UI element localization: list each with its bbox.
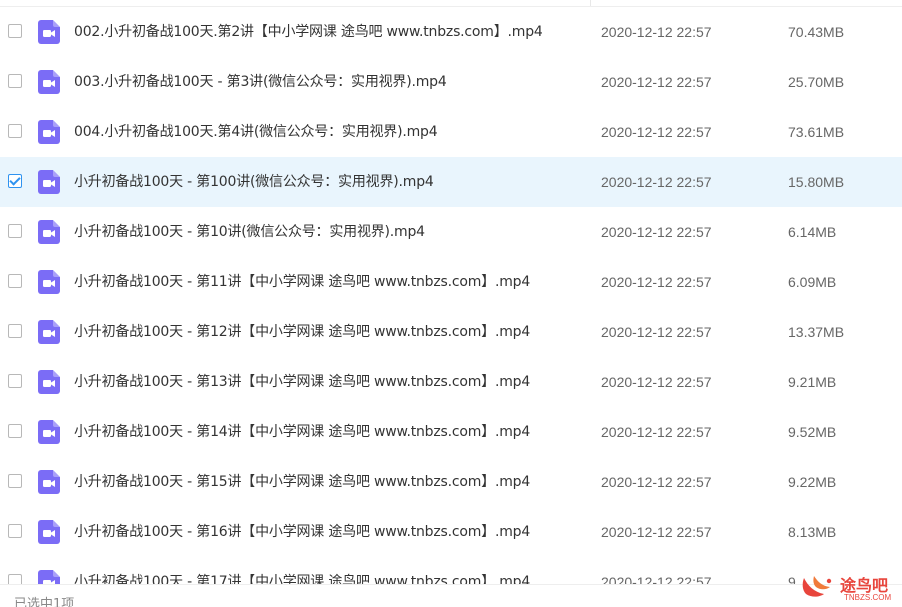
bird-logo-icon <box>802 576 832 597</box>
file-size: 73.61MB <box>788 124 845 140</box>
file-size: 9.52MB <box>788 424 837 440</box>
video-file-icon <box>38 70 60 94</box>
previous-row-edge <box>0 0 902 7</box>
file-row-6[interactable]: 小升初备战100天 - 第11讲【中小学网课 途鸟吧 www.tnbzs.com… <box>0 257 902 307</box>
file-row-9[interactable]: 小升初备战100天 - 第14讲【中小学网课 途鸟吧 www.tnbzs.com… <box>0 407 902 457</box>
file-size: 9.21MB <box>788 374 837 390</box>
file-name[interactable]: 003.小升初备战100天 - 第3讲(微信公众号：实用视界).mp4 <box>74 57 447 107</box>
row-checkbox[interactable] <box>8 474 22 488</box>
row-checkbox[interactable] <box>8 424 22 438</box>
file-modified-date: 2020-12-12 22:57 <box>601 124 712 140</box>
video-file-icon <box>38 470 60 494</box>
file-size: 70.43MB <box>788 24 845 40</box>
file-modified-date: 2020-12-12 22:57 <box>601 74 712 90</box>
file-modified-date: 2020-12-12 22:57 <box>601 24 712 40</box>
file-size: 8.13MB <box>788 524 837 540</box>
row-checkbox[interactable] <box>8 374 22 388</box>
file-modified-date: 2020-12-12 22:57 <box>601 224 712 240</box>
file-modified-date: 2020-12-12 22:57 <box>601 324 712 340</box>
video-file-icon <box>38 220 60 244</box>
video-file-icon <box>38 170 60 194</box>
file-modified-date: 2020-12-12 22:57 <box>601 374 712 390</box>
file-row-8[interactable]: 小升初备战100天 - 第13讲【中小学网课 途鸟吧 www.tnbzs.com… <box>0 357 902 407</box>
file-manager: 002.小升初备战100天.第2讲【中小学网课 途鸟吧 www.tnbzs.co… <box>0 0 902 607</box>
video-file-icon <box>38 270 60 294</box>
file-modified-date: 2020-12-12 22:57 <box>601 424 712 440</box>
file-name[interactable]: 小升初备战100天 - 第13讲【中小学网课 途鸟吧 www.tnbzs.com… <box>74 357 530 407</box>
video-file-icon <box>38 320 60 344</box>
file-name[interactable]: 小升初备战100天 - 第16讲【中小学网课 途鸟吧 www.tnbzs.com… <box>74 507 530 557</box>
status-bar: 已选中1项 <box>0 584 902 607</box>
file-row-3[interactable]: 004.小升初备战100天.第4讲(微信公众号：实用视界).mp4 2020-1… <box>0 107 902 157</box>
file-name[interactable]: 小升初备战100天 - 第100讲(微信公众号：实用视界).mp4 <box>74 157 434 207</box>
file-name[interactable]: 004.小升初备战100天.第4讲(微信公众号：实用视界).mp4 <box>74 107 438 157</box>
row-checkbox[interactable] <box>8 124 22 138</box>
row-checkbox[interactable] <box>8 24 22 38</box>
watermark-url: TNBZS.COM <box>844 593 892 602</box>
file-size: 6.14MB <box>788 224 837 240</box>
file-row-5[interactable]: 小升初备战100天 - 第10讲(微信公众号：实用视界).mp4 2020-12… <box>0 207 902 257</box>
file-modified-date: 2020-12-12 22:57 <box>601 274 712 290</box>
file-row-4[interactable]: 小升初备战100天 - 第100讲(微信公众号：实用视界).mp4 2020-1… <box>0 157 902 207</box>
file-modified-date: 2020-12-12 22:57 <box>601 174 712 190</box>
video-file-icon <box>38 420 60 444</box>
file-name[interactable]: 小升初备战100天 - 第14讲【中小学网课 途鸟吧 www.tnbzs.com… <box>74 407 530 457</box>
video-file-icon <box>38 20 60 44</box>
file-list: 002.小升初备战100天.第2讲【中小学网课 途鸟吧 www.tnbzs.co… <box>0 7 902 607</box>
selection-count: 已选中1项 <box>14 597 75 607</box>
row-checkbox[interactable] <box>8 274 22 288</box>
video-file-icon <box>38 120 60 144</box>
row-checkbox[interactable] <box>8 74 22 88</box>
row-checkbox[interactable] <box>8 524 22 538</box>
video-file-icon <box>38 520 60 544</box>
row-checkbox[interactable] <box>8 324 22 338</box>
file-row-1[interactable]: 002.小升初备战100天.第2讲【中小学网课 途鸟吧 www.tnbzs.co… <box>0 7 902 57</box>
file-row-11[interactable]: 小升初备战100天 - 第16讲【中小学网课 途鸟吧 www.tnbzs.com… <box>0 507 902 557</box>
file-name[interactable]: 小升初备战100天 - 第15讲【中小学网课 途鸟吧 www.tnbzs.com… <box>74 457 530 507</box>
file-size: 25.70MB <box>788 74 845 90</box>
file-size: 15.80MB <box>788 174 845 190</box>
file-row-7[interactable]: 小升初备战100天 - 第12讲【中小学网课 途鸟吧 www.tnbzs.com… <box>0 307 902 357</box>
file-modified-date: 2020-12-12 22:57 <box>601 474 712 490</box>
file-row-10[interactable]: 小升初备战100天 - 第15讲【中小学网课 途鸟吧 www.tnbzs.com… <box>0 457 902 507</box>
site-watermark: 途鸟吧 TNBZS.COM <box>800 570 900 606</box>
file-name[interactable]: 小升初备战100天 - 第11讲【中小学网课 途鸟吧 www.tnbzs.com… <box>74 257 530 307</box>
file-size: 6.09MB <box>788 274 837 290</box>
file-name[interactable]: 小升初备战100天 - 第12讲【中小学网课 途鸟吧 www.tnbzs.com… <box>74 307 530 357</box>
file-size: 9.22MB <box>788 474 837 490</box>
file-modified-date: 2020-12-12 22:57 <box>601 524 712 540</box>
column-separator <box>590 0 591 6</box>
row-checkbox[interactable] <box>8 224 22 238</box>
file-name[interactable]: 小升初备战100天 - 第10讲(微信公众号：实用视界).mp4 <box>74 207 425 257</box>
file-name[interactable]: 002.小升初备战100天.第2讲【中小学网课 途鸟吧 www.tnbzs.co… <box>74 7 543 57</box>
video-file-icon <box>38 370 60 394</box>
row-checkbox[interactable] <box>8 174 22 188</box>
file-size: 13.37MB <box>788 324 845 340</box>
file-row-2[interactable]: 003.小升初备战100天 - 第3讲(微信公众号：实用视界).mp4 2020… <box>0 57 902 107</box>
